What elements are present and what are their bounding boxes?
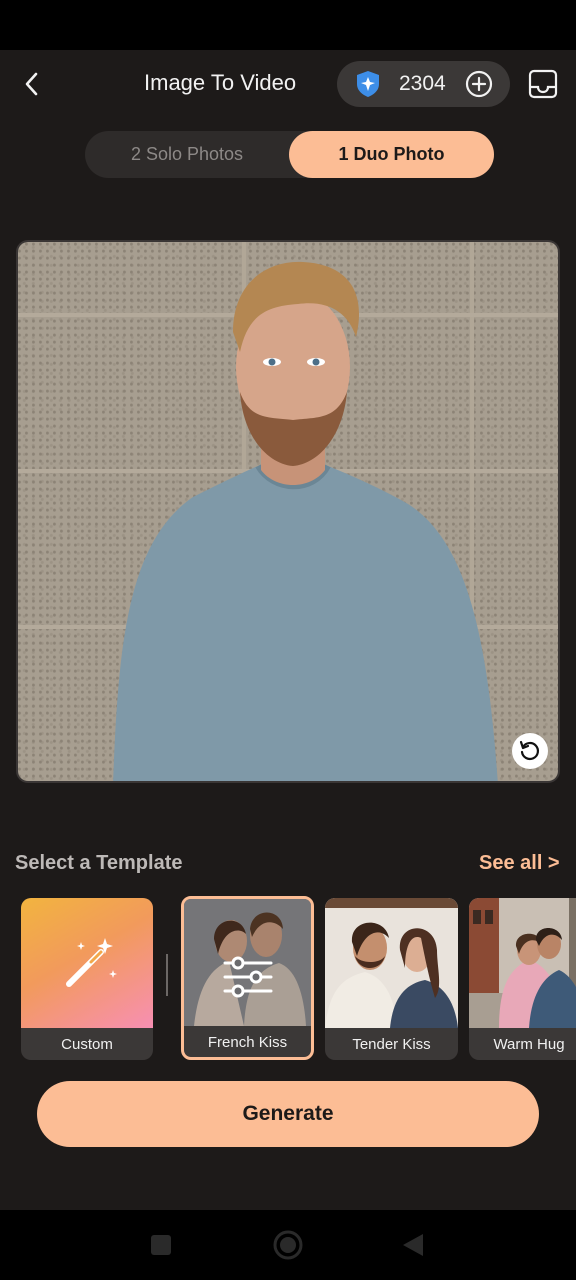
system-nav-bar bbox=[0, 1210, 576, 1280]
template-divider bbox=[166, 954, 168, 996]
template-warm-hug[interactable]: Warm Hug bbox=[469, 898, 576, 1060]
magic-wand-icon bbox=[66, 938, 117, 987]
status-bar bbox=[0, 0, 576, 50]
template-section-title: Select a Template bbox=[15, 852, 183, 874]
page-title: Image To Video bbox=[144, 70, 297, 95]
rotate-icon bbox=[519, 740, 540, 761]
tab-duo-photo[interactable]: 1 Duo Photo bbox=[289, 131, 494, 178]
template-thumbnail bbox=[469, 898, 576, 1028]
template-label: Warm Hug bbox=[493, 1035, 565, 1053]
sliders-icon bbox=[223, 956, 273, 998]
template-thumbnail bbox=[21, 898, 153, 1028]
person-photo bbox=[113, 261, 498, 781]
chevron-left-icon bbox=[25, 72, 38, 96]
template-tender-kiss[interactable]: Tender Kiss bbox=[325, 898, 458, 1060]
template-label: Custom bbox=[61, 1035, 113, 1053]
template-custom[interactable]: Custom bbox=[21, 898, 153, 1060]
credits-pill[interactable]: 2304 bbox=[337, 61, 510, 107]
add-credits-icon[interactable] bbox=[465, 70, 493, 98]
template-french-kiss[interactable]: French Kiss bbox=[181, 896, 314, 1060]
template-list: Custom French Kiss Tender Kiss Warm Hug bbox=[0, 896, 576, 1062]
back-button[interactable] bbox=[14, 66, 50, 102]
see-all-link[interactable]: See all > bbox=[479, 852, 560, 875]
recents-icon[interactable] bbox=[149, 1233, 173, 1257]
uploaded-photo[interactable] bbox=[16, 240, 560, 783]
inbox-icon[interactable] bbox=[527, 68, 559, 100]
template-label: French Kiss bbox=[207, 1033, 288, 1051]
rotate-button[interactable] bbox=[512, 733, 548, 769]
shield-star-icon bbox=[357, 71, 379, 97]
generate-button[interactable]: Generate bbox=[37, 1081, 539, 1147]
tab-solo-photos[interactable]: 2 Solo Photos bbox=[85, 131, 289, 178]
back-nav-icon[interactable] bbox=[401, 1232, 425, 1258]
template-label: Tender Kiss bbox=[352, 1035, 431, 1053]
header: Image To Video 2304 bbox=[0, 50, 576, 120]
home-icon[interactable] bbox=[272, 1229, 304, 1261]
credits-count: 2304 bbox=[399, 72, 446, 95]
mode-toggle: 2 Solo Photos 1 Duo Photo bbox=[85, 131, 494, 178]
template-thumbnail bbox=[325, 898, 458, 1028]
template-thumbnail bbox=[184, 899, 311, 1026]
